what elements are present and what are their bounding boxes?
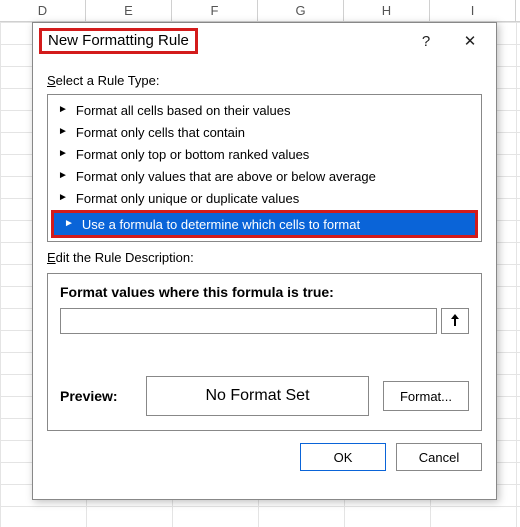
selection-highlight: ►Use a formula to determine which cells … xyxy=(51,210,478,238)
close-button[interactable]: ✕ xyxy=(448,26,492,56)
column-headers: D E F G H I xyxy=(0,0,520,22)
rule-type-item[interactable]: ►Format only top or bottom ranked values xyxy=(48,143,481,165)
select-rule-type-label: Select a Rule Type: xyxy=(47,73,482,88)
bullet-icon: ► xyxy=(64,219,74,229)
col-header[interactable]: I xyxy=(430,0,516,21)
dialog-titlebar[interactable]: New Formatting Rule ? ✕ xyxy=(33,23,496,59)
edit-rule-description-label: Edit the Rule Description: xyxy=(47,250,482,265)
rule-type-item[interactable]: ►Format all cells based on their values xyxy=(48,99,481,121)
col-header[interactable]: D xyxy=(0,0,86,21)
preview-label: Preview: xyxy=(60,388,132,404)
close-icon: ✕ xyxy=(464,32,477,50)
collapse-dialog-button[interactable] xyxy=(441,308,469,334)
rule-type-item[interactable]: ►Format only unique or duplicate values xyxy=(48,187,481,209)
formula-input[interactable] xyxy=(60,308,437,334)
rule-type-item[interactable]: ►Format only values that are above or be… xyxy=(48,165,481,187)
format-button[interactable]: Format... xyxy=(383,381,469,411)
title-highlight: New Formatting Rule xyxy=(39,28,198,54)
col-header[interactable]: F xyxy=(172,0,258,21)
col-header[interactable]: G xyxy=(258,0,344,21)
bullet-icon: ► xyxy=(58,149,68,159)
ok-button[interactable]: OK xyxy=(300,443,386,471)
help-button[interactable]: ? xyxy=(404,26,448,56)
preview-box: No Format Set xyxy=(146,376,369,416)
col-header[interactable]: E xyxy=(86,0,172,21)
rule-type-list[interactable]: ►Format all cells based on their values … xyxy=(47,94,482,242)
bullet-icon: ► xyxy=(58,171,68,181)
bullet-icon: ► xyxy=(58,193,68,203)
rule-description-group: Format values where this formula is true… xyxy=(47,273,482,431)
dialog-footer: OK Cancel xyxy=(33,443,496,485)
new-formatting-rule-dialog: New Formatting Rule ? ✕ Select a Rule Ty… xyxy=(32,22,497,500)
rule-type-item[interactable]: ►Format only cells that contain xyxy=(48,121,481,143)
rule-type-item-selected[interactable]: ►Use a formula to determine which cells … xyxy=(54,213,475,235)
col-header[interactable]: H xyxy=(344,0,430,21)
dialog-title: New Formatting Rule xyxy=(48,32,189,49)
range-selector-icon xyxy=(449,313,461,330)
bullet-icon: ► xyxy=(58,127,68,137)
formula-header: Format values where this formula is true… xyxy=(60,284,469,300)
cancel-button[interactable]: Cancel xyxy=(396,443,482,471)
bullet-icon: ► xyxy=(58,105,68,115)
help-icon: ? xyxy=(422,33,430,50)
